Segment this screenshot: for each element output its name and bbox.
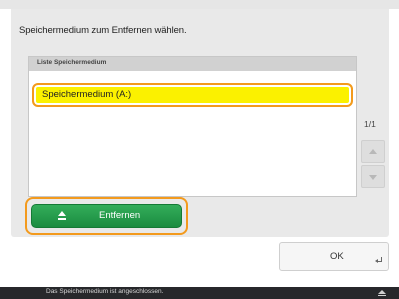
status-eject-icon[interactable] [378, 290, 386, 297]
media-list-header: Liste Speichermedium [29, 57, 356, 71]
media-list-item[interactable]: Speichermedium (A:) [32, 83, 353, 107]
status-message: Das Speichermedium ist angeschlossen. [46, 288, 164, 295]
remove-button[interactable]: Entfernen [31, 204, 182, 228]
media-list: Liste Speichermedium Speichermedium (A:) [28, 56, 357, 197]
enter-icon [375, 257, 383, 264]
remove-button-label: Entfernen [99, 210, 141, 221]
ok-button-label: OK [330, 251, 344, 262]
scroll-up-button[interactable] [361, 140, 385, 163]
dialog-prompt: Speichermedium zum Entfernen wählen. [19, 25, 187, 36]
triangle-up-icon [369, 149, 377, 154]
page-counter: 1/1 [364, 119, 376, 129]
dialog-panel: Speichermedium zum Entfernen wählen. Lis… [11, 9, 389, 237]
media-list-header-label: Liste Speichermedium [37, 59, 107, 66]
ok-button[interactable]: OK [279, 242, 389, 271]
eject-icon [57, 211, 67, 222]
triangle-down-icon [369, 175, 377, 180]
screen: Speichermedium zum Entfernen wählen. Lis… [0, 0, 399, 299]
remove-button-focus-frame: Entfernen [25, 197, 188, 235]
status-bar: Das Speichermedium ist angeschlossen. [0, 287, 399, 299]
media-list-item-label: Speichermedium (A:) [42, 89, 132, 100]
scroll-down-button[interactable] [361, 165, 385, 188]
title-bar [0, 0, 399, 9]
